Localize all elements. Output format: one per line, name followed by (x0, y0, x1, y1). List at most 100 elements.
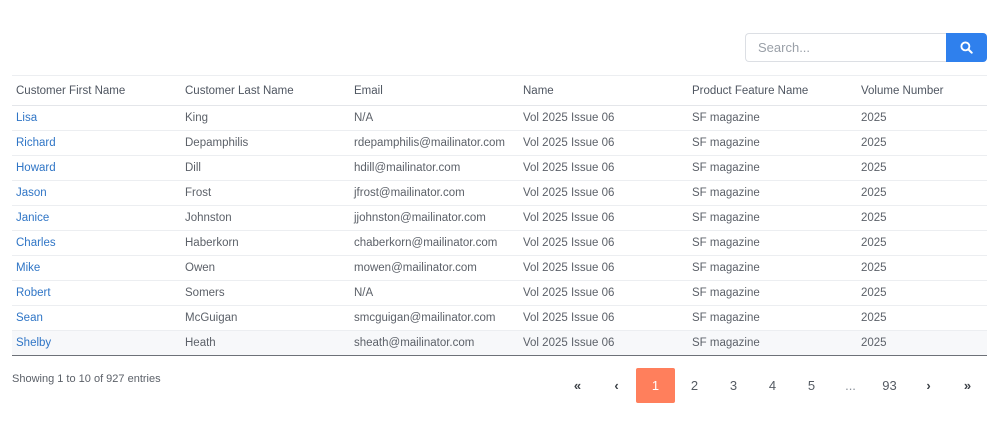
pagination: « ‹ 1 2 3 4 5 ... 93 › » (558, 368, 987, 403)
column-header-product-feature-name[interactable]: Product Feature Name (688, 75, 857, 106)
table-header-row: Customer First Name Customer Last Name E… (12, 75, 987, 106)
first-name-link[interactable]: Lisa (16, 112, 37, 124)
data-table: Customer First Name Customer Last Name E… (12, 75, 987, 356)
cell-product-feature-name: SF magazine (688, 255, 857, 281)
cell-first-name: Janice (12, 205, 181, 231)
table-row: Sean McGuigan smcguigan@mailinator.com V… (12, 305, 987, 331)
table-row: Lisa King N/A Vol 2025 Issue 06 SF magaz… (12, 105, 987, 131)
cell-first-name: Robert (12, 280, 181, 306)
cell-first-name: Lisa (12, 105, 181, 131)
cell-email: mowen@mailinator.com (350, 255, 519, 281)
cell-email: chaberkorn@mailinator.com (350, 230, 519, 256)
cell-first-name: Sean (12, 305, 181, 331)
search-icon (960, 41, 973, 54)
cell-email: hdill@mailinator.com (350, 155, 519, 181)
page-button-93[interactable]: 93 (870, 368, 909, 403)
last-page-button[interactable]: » (948, 368, 987, 403)
cell-volume-number: 2025 (857, 330, 987, 356)
pagination-ellipsis: ... (845, 378, 856, 393)
table-row: Jason Frost jfrost@mailinator.com Vol 20… (12, 180, 987, 206)
cell-email: N/A (350, 105, 519, 131)
cell-last-name: Owen (181, 255, 350, 281)
column-header-last-name[interactable]: Customer Last Name (181, 75, 350, 106)
cell-product-feature-name: SF magazine (688, 105, 857, 131)
first-name-link[interactable]: Howard (16, 162, 56, 174)
cell-last-name: Haberkorn (181, 230, 350, 256)
table-row: Howard Dill hdill@mailinator.com Vol 202… (12, 155, 987, 181)
cell-product-feature-name: SF magazine (688, 330, 857, 356)
cell-name: Vol 2025 Issue 06 (519, 330, 688, 356)
cell-name: Vol 2025 Issue 06 (519, 305, 688, 331)
table-row: Charles Haberkorn chaberkorn@mailinator.… (12, 230, 987, 256)
cell-last-name: Depamphilis (181, 130, 350, 156)
cell-volume-number: 2025 (857, 180, 987, 206)
cell-volume-number: 2025 (857, 205, 987, 231)
table-row: Robert Somers N/A Vol 2025 Issue 06 SF m… (12, 280, 987, 306)
search-input[interactable] (745, 33, 946, 62)
cell-product-feature-name: SF magazine (688, 230, 857, 256)
cell-volume-number: 2025 (857, 155, 987, 181)
page-button-3[interactable]: 3 (714, 368, 753, 403)
first-name-link[interactable]: Charles (16, 237, 56, 249)
cell-product-feature-name: SF magazine (688, 305, 857, 331)
column-header-name[interactable]: Name (519, 75, 688, 106)
cell-last-name: McGuigan (181, 305, 350, 331)
cell-email: rdepamphilis@mailinator.com (350, 130, 519, 156)
page-button-5[interactable]: 5 (792, 368, 831, 403)
cell-last-name: Frost (181, 180, 350, 206)
cell-email: jjohnston@mailinator.com (350, 205, 519, 231)
cell-volume-number: 2025 (857, 130, 987, 156)
cell-email: jfrost@mailinator.com (350, 180, 519, 206)
first-page-button[interactable]: « (558, 368, 597, 403)
table-row: Janice Johnston jjohnston@mailinator.com… (12, 205, 987, 231)
first-name-link[interactable]: Sean (16, 312, 43, 324)
cell-last-name: Somers (181, 280, 350, 306)
first-name-link[interactable]: Shelby (16, 337, 51, 349)
cell-first-name: Richard (12, 130, 181, 156)
search-button[interactable] (946, 33, 987, 62)
cell-last-name: Heath (181, 330, 350, 356)
cell-name: Vol 2025 Issue 06 (519, 180, 688, 206)
cell-volume-number: 2025 (857, 255, 987, 281)
cell-first-name: Charles (12, 230, 181, 256)
search-bar (745, 33, 987, 62)
column-header-first-name[interactable]: Customer First Name (12, 75, 181, 106)
column-header-volume-number[interactable]: Volume Number (857, 75, 987, 106)
first-name-link[interactable]: Mike (16, 262, 40, 274)
cell-email: smcguigan@mailinator.com (350, 305, 519, 331)
page-button-1[interactable]: 1 (636, 368, 675, 403)
first-name-link[interactable]: Robert (16, 287, 51, 299)
table-row: Mike Owen mowen@mailinator.com Vol 2025 … (12, 255, 987, 281)
cell-name: Vol 2025 Issue 06 (519, 155, 688, 181)
entries-info: Showing 1 to 10 of 927 entries (12, 373, 161, 385)
cell-last-name: King (181, 105, 350, 131)
page-button-2[interactable]: 2 (675, 368, 714, 403)
cell-product-feature-name: SF magazine (688, 205, 857, 231)
cell-name: Vol 2025 Issue 06 (519, 280, 688, 306)
cell-last-name: Dill (181, 155, 350, 181)
cell-volume-number: 2025 (857, 105, 987, 131)
page-button-4[interactable]: 4 (753, 368, 792, 403)
cell-name: Vol 2025 Issue 06 (519, 230, 688, 256)
first-name-link[interactable]: Janice (16, 212, 49, 224)
cell-product-feature-name: SF magazine (688, 180, 857, 206)
cell-first-name: Howard (12, 155, 181, 181)
first-name-link[interactable]: Jason (16, 187, 47, 199)
cell-first-name: Mike (12, 255, 181, 281)
cell-first-name: Shelby (12, 330, 181, 356)
cell-product-feature-name: SF magazine (688, 280, 857, 306)
table-row: Richard Depamphilis rdepamphilis@mailina… (12, 130, 987, 156)
cell-name: Vol 2025 Issue 06 (519, 130, 688, 156)
cell-volume-number: 2025 (857, 230, 987, 256)
previous-page-button[interactable]: ‹ (597, 368, 636, 403)
cell-first-name: Jason (12, 180, 181, 206)
cell-product-feature-name: SF magazine (688, 130, 857, 156)
first-name-link[interactable]: Richard (16, 137, 56, 149)
column-header-email[interactable]: Email (350, 75, 519, 106)
next-page-button[interactable]: › (909, 368, 948, 403)
cell-name: Vol 2025 Issue 06 (519, 205, 688, 231)
cell-name: Vol 2025 Issue 06 (519, 105, 688, 131)
cell-volume-number: 2025 (857, 305, 987, 331)
cell-name: Vol 2025 Issue 06 (519, 255, 688, 281)
cell-product-feature-name: SF magazine (688, 155, 857, 181)
